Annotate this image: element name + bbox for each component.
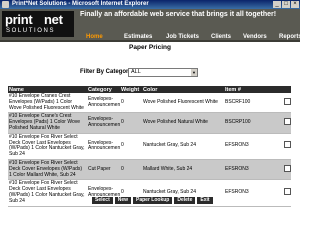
action-buttons: Select New Paper Lookup Delete Exit bbox=[92, 197, 213, 204]
row-checkbox[interactable] bbox=[284, 141, 291, 149]
row-select-cell bbox=[283, 93, 291, 114]
row-select-cell bbox=[283, 159, 291, 181]
table-row[interactable]: #10 Envelope Cranes Crest Envelopes (W/P… bbox=[8, 93, 291, 114]
cell-category: Cut Paper bbox=[87, 159, 120, 181]
cell-weight: 0 bbox=[120, 93, 142, 114]
minimize-button[interactable]: _ bbox=[273, 1, 281, 8]
cell-color: Wove Polished Natural White bbox=[142, 112, 224, 134]
logo-print: print bbox=[5, 12, 33, 27]
row-select-cell bbox=[283, 112, 291, 134]
delete-button[interactable]: Delete bbox=[174, 197, 196, 204]
cell-weight: 0 bbox=[120, 133, 142, 160]
filter-label: Filter By Category: bbox=[80, 69, 134, 75]
site-header: print net SOLUTIONS Finally an affordabl… bbox=[0, 9, 302, 40]
window-controls: _ □ × bbox=[273, 1, 299, 8]
chevron-down-icon[interactable]: ▼ bbox=[191, 69, 197, 76]
new-button[interactable]: New bbox=[114, 197, 132, 204]
logo[interactable]: print net SOLUTIONS bbox=[2, 11, 74, 37]
row-checkbox[interactable] bbox=[284, 164, 291, 172]
row-checkbox[interactable] bbox=[284, 97, 291, 105]
table-row[interactable]: #10 Envelope Crane's Crest Envelopes (Pa… bbox=[8, 112, 291, 134]
col-weight-header: Weight bbox=[120, 86, 142, 93]
header-divider bbox=[0, 40, 300, 42]
logo-solutions: SOLUTIONS bbox=[6, 28, 56, 34]
row-select-cell bbox=[283, 179, 291, 207]
col-color-header: Color bbox=[142, 86, 224, 93]
col-category-header: Category bbox=[87, 86, 120, 93]
paper-lookup-button[interactable]: Paper Lookup bbox=[133, 197, 173, 204]
paper-table: Name Category Weight Color Item # #10 En… bbox=[8, 86, 291, 207]
table-row[interactable]: #10 Envelope Fox River Select Deck Cover… bbox=[8, 159, 291, 181]
select-button[interactable]: Select bbox=[92, 197, 113, 204]
cell-category: Envelopes-Announcements bbox=[87, 112, 120, 134]
cell-color: Nantucket Gray, Sub 24 bbox=[142, 133, 224, 160]
col-select-header bbox=[283, 86, 291, 93]
cell-item: EFSRON3 bbox=[224, 133, 283, 160]
category-filter: Filter By Category: ALL ▼ bbox=[80, 68, 198, 77]
cell-weight: 0 bbox=[120, 112, 142, 134]
row-checkbox[interactable] bbox=[284, 188, 291, 196]
cell-name: #10 Envelope Cranes Crest Envelopes (W/P… bbox=[8, 93, 87, 114]
row-checkbox[interactable] bbox=[284, 118, 291, 126]
cell-category: Envelopes-Announcements bbox=[87, 133, 120, 160]
ie-icon bbox=[2, 1, 9, 8]
cell-name: #10 Envelope Fox River Select Deck Cover… bbox=[8, 179, 87, 207]
cell-weight: 0 bbox=[120, 159, 142, 181]
cell-name: #10 Envelope Crane's Crest Envelopes (Pa… bbox=[8, 112, 87, 134]
category-select[interactable]: ALL ▼ bbox=[128, 68, 198, 77]
cell-name: #10 Envelope Fox River Select Deck Cover… bbox=[8, 159, 87, 181]
exit-button[interactable]: Exit bbox=[197, 197, 213, 204]
maximize-button[interactable]: □ bbox=[282, 1, 290, 8]
tagline: Finally an affordable web service that b… bbox=[80, 11, 277, 18]
row-select-cell bbox=[283, 133, 291, 160]
cell-item: BSCRF100 bbox=[224, 93, 283, 114]
cell-item: BSCRP100 bbox=[224, 112, 283, 134]
close-button[interactable]: × bbox=[291, 1, 299, 8]
cell-category: Envelopes-Announcements bbox=[87, 93, 120, 114]
table-row[interactable]: #10 Envelope Fox River Select Deck Cover… bbox=[8, 133, 291, 160]
window-title: Print*Net Solutions - Microsoft Internet… bbox=[12, 1, 149, 7]
col-name-header: Name bbox=[8, 86, 87, 93]
page-title: Paper Pricing bbox=[129, 44, 171, 51]
cell-name: #10 Envelope Fox River Select Deck Cover… bbox=[8, 133, 87, 160]
table-header-row: Name Category Weight Color Item # bbox=[8, 86, 291, 93]
col-item-header: Item # bbox=[224, 86, 283, 93]
cell-color: Wove Polished Fluorescent White bbox=[142, 93, 224, 114]
cell-item: EFSRON3 bbox=[224, 179, 283, 207]
cell-item: EFSRON3 bbox=[224, 159, 283, 181]
category-select-value: ALL bbox=[131, 69, 141, 75]
window-titlebar: Print*Net Solutions - Microsoft Internet… bbox=[0, 0, 300, 9]
cell-color: Mallard White, Sub 24 bbox=[142, 159, 224, 181]
logo-net: net bbox=[44, 12, 63, 27]
